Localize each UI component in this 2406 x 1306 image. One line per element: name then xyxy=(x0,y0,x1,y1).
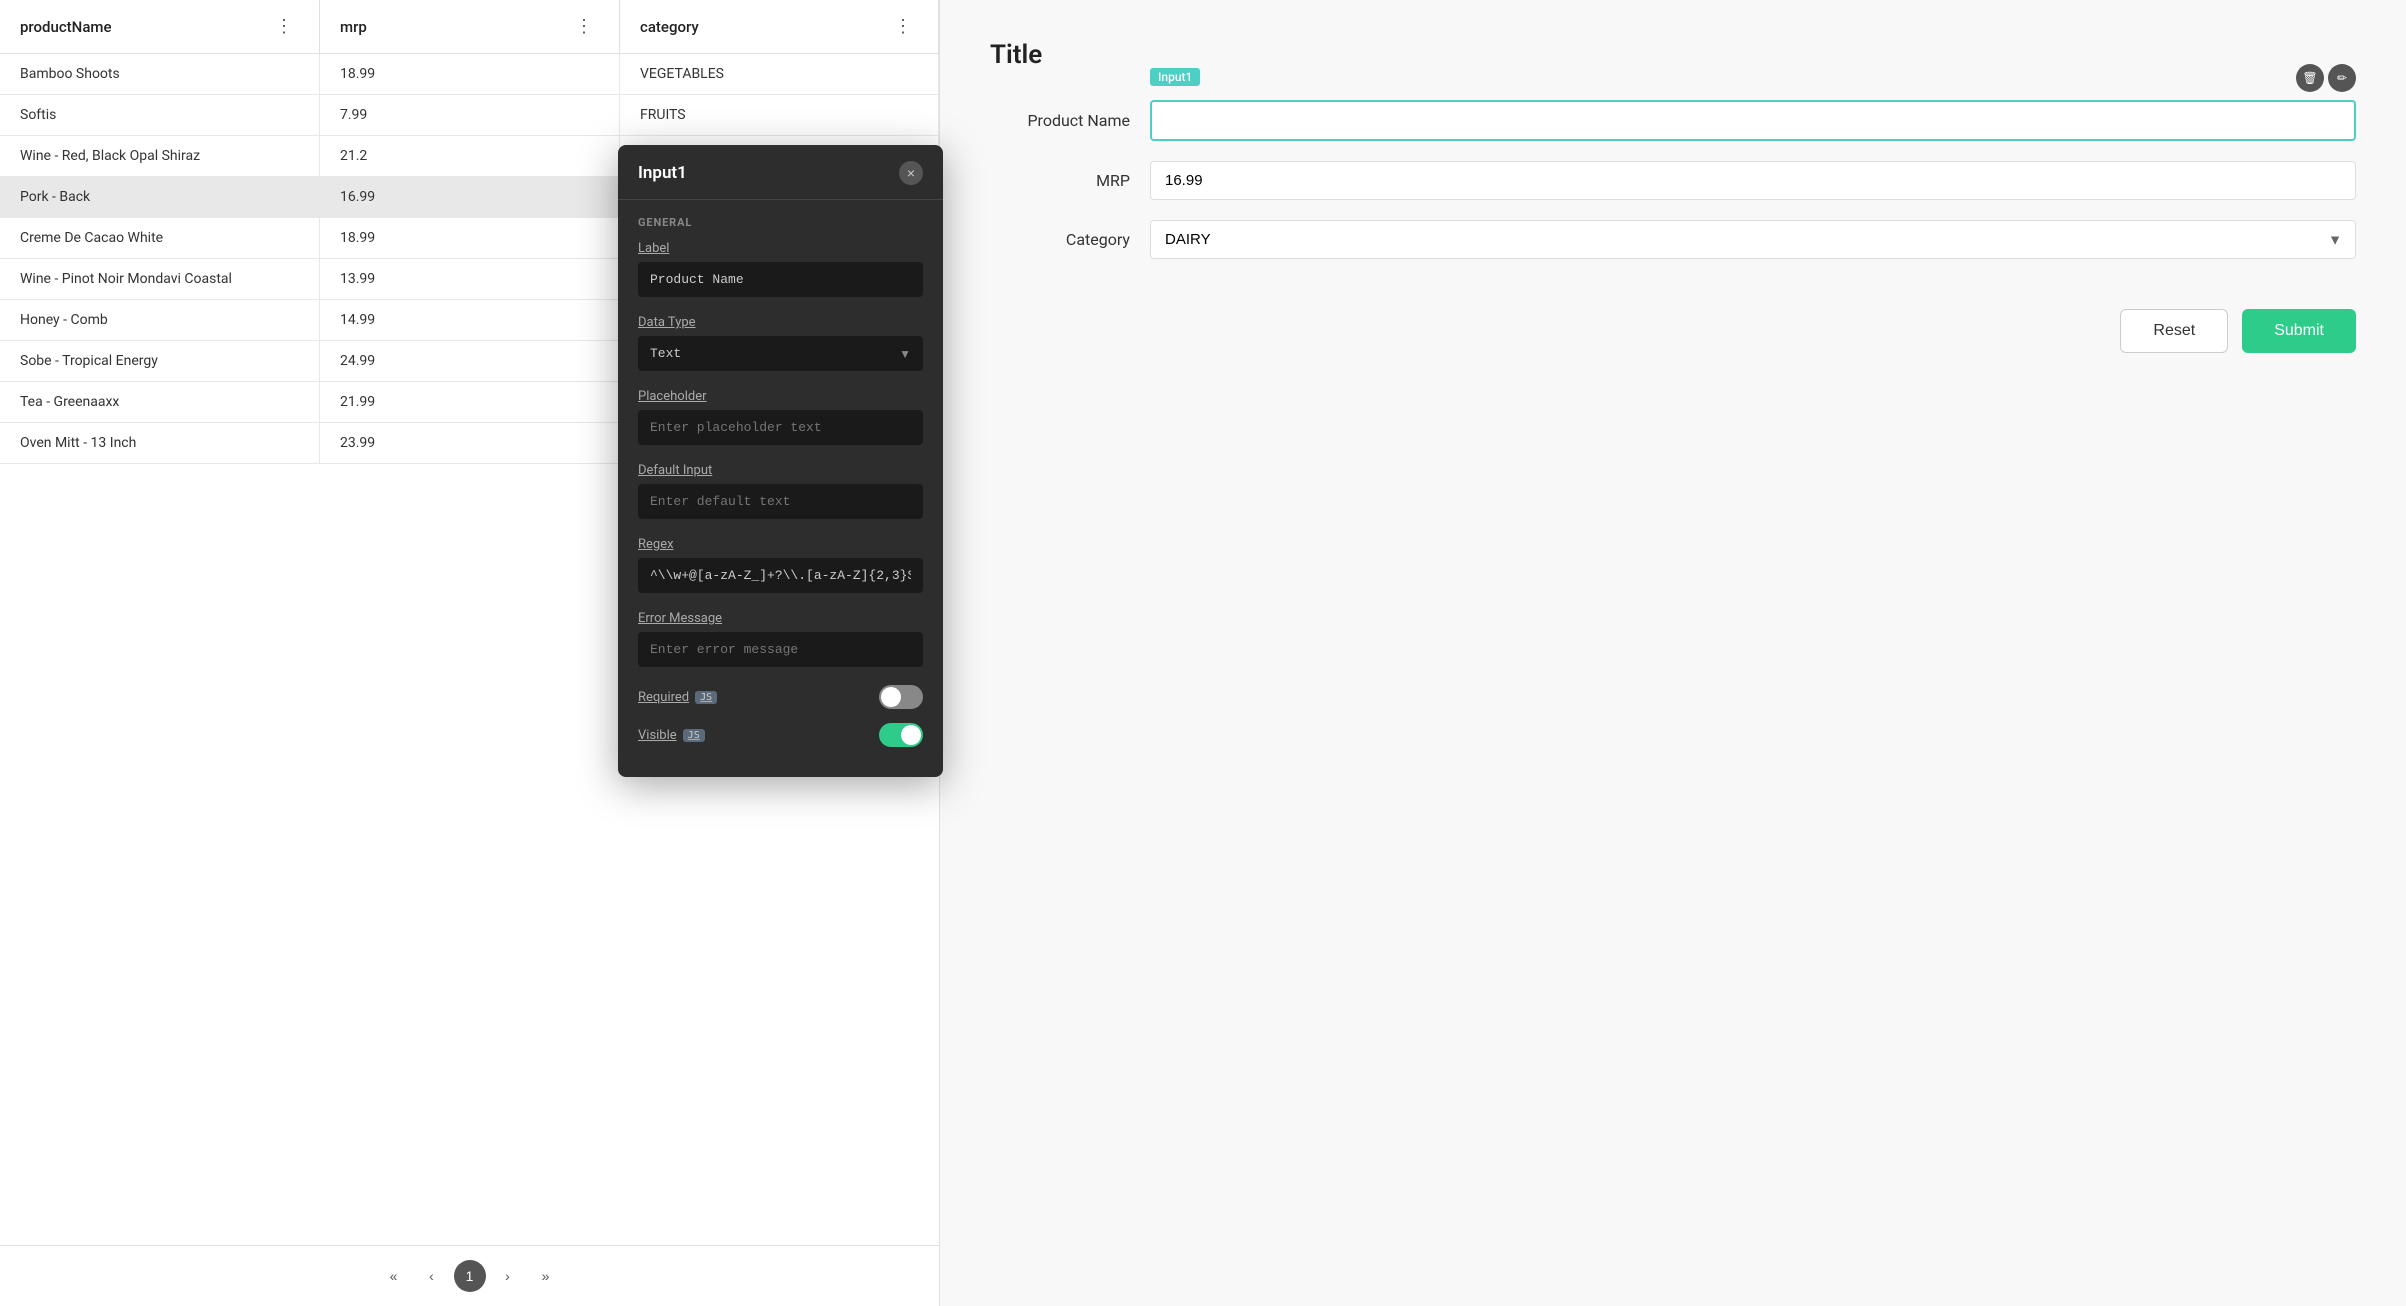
form-field-mrp: MRP xyxy=(990,161,2356,200)
cell-product-name: Wine - Red, Black Opal Shiraz xyxy=(0,136,320,176)
cell-mrp: 7.99 xyxy=(320,95,620,135)
error-message-field-group: Error Message xyxy=(638,611,923,667)
cell-mrp: 18.99 xyxy=(320,54,620,94)
col-label-product-name: productName xyxy=(20,18,112,36)
cell-mrp: 16.99 xyxy=(320,177,620,217)
input1-edit-icons: 🗑 ✏ xyxy=(2296,64,2356,92)
default-input-field-label: Default Input xyxy=(638,463,923,478)
product-name-wrapper: Input1 🗑 ✏ xyxy=(1150,100,2356,141)
cell-mrp: 13.99 xyxy=(320,259,620,299)
reset-button[interactable]: Reset xyxy=(2120,309,2228,353)
required-toggle-row: Required JS xyxy=(638,685,923,709)
cell-product-name: Tea - Greenaaxx xyxy=(0,382,320,422)
section-general-label: GENERAL xyxy=(638,216,923,229)
label-product-name: Product Name xyxy=(990,111,1130,130)
error-message-field-label: Error Message xyxy=(638,611,923,626)
visible-toggle[interactable] xyxy=(879,723,923,747)
category-select-wrapper: DAIRY VEGETABLES FRUITS ▼ xyxy=(1150,220,2356,259)
cell-mrp: 24.99 xyxy=(320,341,620,381)
cell-category: FRUITS xyxy=(620,95,939,135)
edit-icon-btn[interactable]: ✏ xyxy=(2328,64,2356,92)
cell-mrp: 23.99 xyxy=(320,423,620,463)
modal-close-button[interactable]: × xyxy=(899,161,923,185)
visible-label-text: Visible xyxy=(638,728,677,743)
modal-title: Input1 xyxy=(638,163,687,183)
regex-field-group: Regex xyxy=(638,537,923,593)
cell-product-name: Oven Mitt - 13 Inch xyxy=(0,423,320,463)
modal-body: GENERAL Label Data Type Text Number Emai… xyxy=(618,200,943,777)
cell-product-name: Wine - Pinot Noir Mondavi Coastal xyxy=(0,259,320,299)
cell-product-name: Creme De Cacao White xyxy=(0,218,320,258)
col-menu-category[interactable]: ⋮ xyxy=(888,14,918,39)
cell-category: VEGETABLES xyxy=(620,54,939,94)
form-field-category: Category DAIRY VEGETABLES FRUITS ▼ xyxy=(990,220,2356,259)
placeholder-field-label: Placeholder xyxy=(638,389,923,404)
col-label-category: category xyxy=(640,18,699,36)
cell-mrp: 18.99 xyxy=(320,218,620,258)
required-toggle[interactable] xyxy=(879,685,923,709)
label-field-input[interactable] xyxy=(638,262,923,297)
label-mrp: MRP xyxy=(990,171,1130,190)
col-menu-product-name[interactable]: ⋮ xyxy=(269,14,299,39)
data-type-field-label: Data Type xyxy=(638,315,923,330)
col-menu-mrp[interactable]: ⋮ xyxy=(569,14,599,39)
cell-mrp: 21.99 xyxy=(320,382,620,422)
placeholder-field-group: Placeholder xyxy=(638,389,923,445)
required-label-text: Required xyxy=(638,690,689,705)
cell-product-name: Sobe - Tropical Energy xyxy=(0,341,320,381)
modal-header: Input1 × xyxy=(618,145,943,200)
cell-product-name: Bamboo Shoots xyxy=(0,54,320,94)
placeholder-field-input[interactable] xyxy=(638,410,923,445)
default-input-field-group: Default Input xyxy=(638,463,923,519)
page-current-btn[interactable]: 1 xyxy=(454,1260,486,1292)
col-label-mrp: mrp xyxy=(340,18,367,36)
col-header-category: category ⋮ xyxy=(620,0,939,53)
visible-js-badge: JS xyxy=(683,729,705,742)
data-type-field-group: Data Type Text Number Email Password URL… xyxy=(638,315,923,371)
submit-button[interactable]: Submit xyxy=(2242,309,2356,353)
delete-icon-btn[interactable]: 🗑 xyxy=(2296,64,2324,92)
label-field-group: Label xyxy=(638,241,923,297)
col-header-product-name: productName ⋮ xyxy=(0,0,320,53)
table-row[interactable]: Bamboo Shoots18.99VEGETABLES xyxy=(0,54,939,95)
data-type-select[interactable]: Text Number Email Password URL xyxy=(638,336,923,371)
regex-field-input[interactable] xyxy=(638,558,923,593)
cell-mrp: 21.2 xyxy=(320,136,620,176)
cell-product-name: Pork - Back xyxy=(0,177,320,217)
default-input-field-input[interactable] xyxy=(638,484,923,519)
category-select[interactable]: DAIRY VEGETABLES FRUITS xyxy=(1150,220,2356,259)
form-field-product-name: Product Name Input1 🗑 ✏ xyxy=(990,100,2356,141)
page-prev-btn[interactable]: ‹ xyxy=(416,1260,448,1292)
visible-toggle-label: Visible JS xyxy=(638,728,705,743)
form-title: Title xyxy=(990,40,2356,70)
required-js-badge: JS xyxy=(695,691,717,704)
product-name-input[interactable] xyxy=(1150,100,2356,141)
cell-mrp: 14.99 xyxy=(320,300,620,340)
input1-modal[interactable]: Input1 × GENERAL Label Data Type Text Nu… xyxy=(618,145,943,777)
error-message-field-input[interactable] xyxy=(638,632,923,667)
cell-product-name: Softis xyxy=(0,95,320,135)
label-field-label: Label xyxy=(638,241,923,256)
input1-badge: Input1 xyxy=(1150,68,1200,86)
data-type-select-wrapper: Text Number Email Password URL ▼ xyxy=(638,336,923,371)
col-header-mrp: mrp ⋮ xyxy=(320,0,620,53)
required-toggle-label: Required JS xyxy=(638,690,717,705)
page-first-btn[interactable]: « xyxy=(378,1260,410,1292)
cell-product-name: Honey - Comb xyxy=(0,300,320,340)
visible-toggle-row: Visible JS xyxy=(638,723,923,747)
form-actions: Reset Submit xyxy=(990,309,2356,353)
page-next-btn[interactable]: › xyxy=(492,1260,524,1292)
form-panel: Title Product Name Input1 🗑 ✏ MRP Catego… xyxy=(940,0,2406,1306)
label-category: Category xyxy=(990,230,1130,249)
mrp-input[interactable] xyxy=(1150,161,2356,200)
table-header: productName ⋮ mrp ⋮ category ⋮ xyxy=(0,0,939,54)
regex-field-label: Regex xyxy=(638,537,923,552)
mrp-wrapper xyxy=(1150,161,2356,200)
table-footer: « ‹ 1 › » xyxy=(0,1245,939,1306)
page-last-btn[interactable]: » xyxy=(530,1260,562,1292)
table-row[interactable]: Softis7.99FRUITS xyxy=(0,95,939,136)
